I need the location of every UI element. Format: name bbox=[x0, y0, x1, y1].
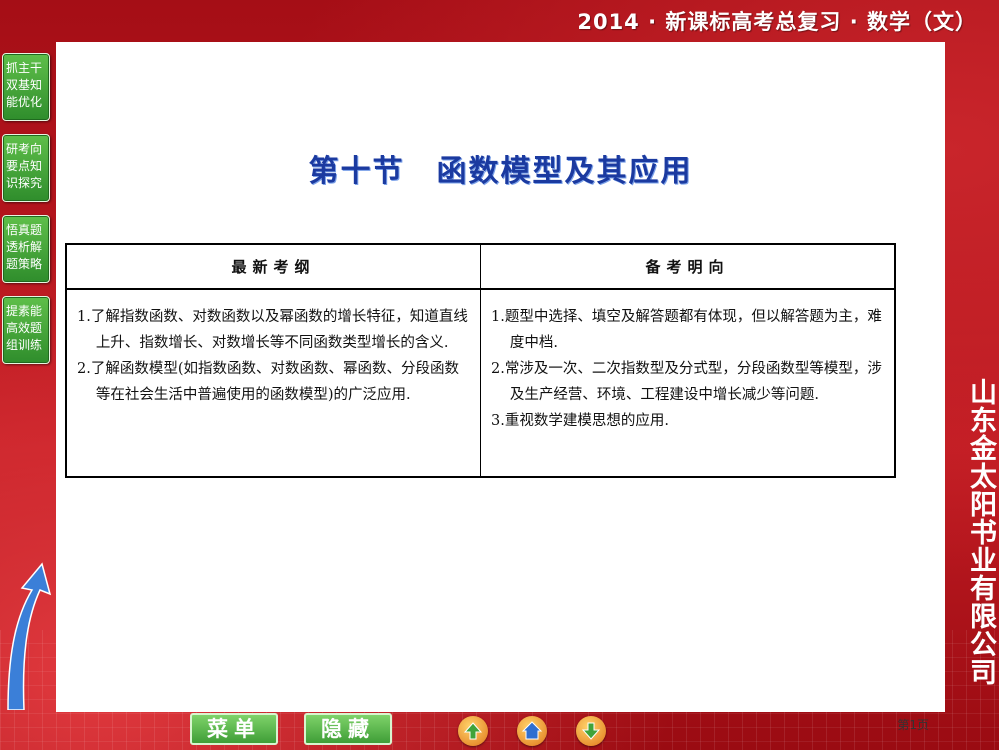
syllabus-cell: 1.了解指数函数、对数函数以及幂函数的增长特征，知道直线上升、指数增长、对数增长… bbox=[66, 289, 481, 477]
section-title: 第十节 函数模型及其应用 bbox=[308, 154, 693, 189]
column-header-syllabus: 最新考纲 bbox=[66, 244, 481, 290]
list-item: 1.题型中选择、填空及解答题都有体现，但以解答题为主，难度中档. bbox=[491, 309, 882, 351]
syllabus-table: 最新考纲 备考明向 1.了解指数函数、对数函数以及幂函数的增长特征，知道直线上升… bbox=[65, 243, 896, 478]
table-row: 1.了解指数函数、对数函数以及幂函数的增长特征，知道直线上升、指数增长、对数增长… bbox=[66, 289, 896, 477]
sidebar-item-basics[interactable]: 抓主干双基知能优化 bbox=[2, 53, 50, 121]
list-item: 3.重视数学建模思想的应用. bbox=[491, 413, 669, 429]
menu-button[interactable]: 菜单 bbox=[190, 713, 278, 745]
sidebar-item-exam-points[interactable]: 研考向要点知识探究 bbox=[2, 134, 50, 202]
list-item: 2.了解函数模型(如指数函数、对数函数、幂函数、分段函数等在社会生活中普遍使用的… bbox=[77, 361, 459, 403]
up-arrow-icon bbox=[463, 722, 483, 740]
sidebar-item-real-questions[interactable]: 悟真题透析解题策略 bbox=[2, 215, 50, 283]
column-header-preparation: 备考明向 bbox=[480, 244, 896, 290]
bottom-toolbar: 菜单 隐藏 bbox=[190, 711, 640, 747]
company-name: 山东金太阳书业有限公司 bbox=[965, 378, 996, 686]
next-button[interactable] bbox=[576, 716, 606, 746]
hide-button[interactable]: 隐藏 bbox=[304, 713, 392, 745]
sidebar-nav: 抓主干双基知能优化 研考向要点知识探究 悟真题透析解题策略 提素能高效题组训练 bbox=[2, 53, 52, 377]
arrow-decoration-icon bbox=[7, 562, 52, 710]
home-button[interactable] bbox=[517, 716, 547, 746]
down-arrow-icon bbox=[581, 722, 601, 740]
sidebar-item-practice[interactable]: 提素能高效题组训练 bbox=[2, 296, 50, 364]
list-item: 2.常涉及一次、二次指数型及分式型，分段函数型等模型，涉及生产经营、环境、工程建… bbox=[491, 361, 882, 403]
page-number: 第1页 bbox=[897, 718, 929, 732]
header-title: 2014 · 新课标高考总复习 · 数学（文） bbox=[577, 10, 977, 34]
list-item: 1.了解指数函数、对数函数以及幂函数的增长特征，知道直线上升、指数增长、对数增长… bbox=[77, 309, 468, 351]
preparation-cell: 1.题型中选择、填空及解答题都有体现，但以解答题为主，难度中档. 2.常涉及一次… bbox=[480, 289, 896, 477]
previous-button[interactable] bbox=[458, 716, 488, 746]
home-icon bbox=[521, 721, 543, 740]
